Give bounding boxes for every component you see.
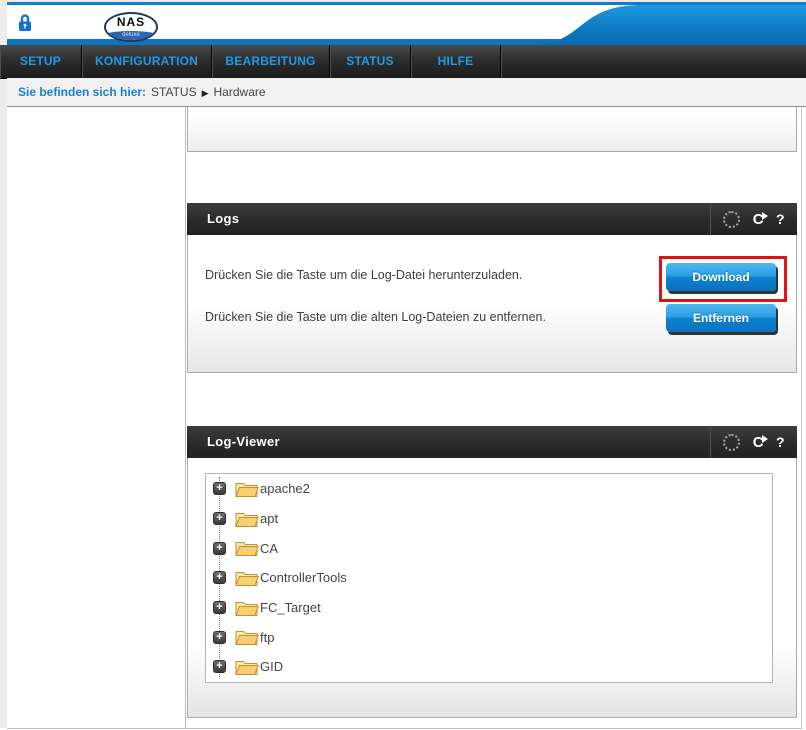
tree-item-apache2[interactable]: + apache2 xyxy=(206,474,772,504)
folder-label: apache2 xyxy=(260,481,310,496)
busy-spinner-icon xyxy=(723,211,740,228)
folder-label: CA xyxy=(260,541,278,556)
tree-item-ftp[interactable]: + ftp xyxy=(206,622,772,652)
tree-item-ca[interactable]: + CA xyxy=(206,533,772,563)
log-viewer-panel-body: + apache2 + apt + xyxy=(187,458,797,718)
remove-button[interactable]: Entfernen xyxy=(666,304,776,332)
folder-icon xyxy=(235,510,259,528)
folder-icon xyxy=(235,539,259,557)
expand-plus-icon[interactable]: + xyxy=(213,631,226,644)
folder-icon xyxy=(235,569,259,587)
help-icon[interactable]: ? xyxy=(776,434,785,450)
expand-plus-icon[interactable]: + xyxy=(213,571,226,584)
folder-icon xyxy=(235,599,259,617)
expand-plus-icon[interactable]: + xyxy=(213,512,226,525)
folder-label: FC_Target xyxy=(260,600,321,615)
header: NAS deluxe xyxy=(7,2,806,45)
content-area: Logs C ? Drücken Sie die Taste um die Lo… xyxy=(7,107,801,728)
folder-label: ftp xyxy=(260,630,274,645)
page-bottom-border xyxy=(7,728,802,729)
logs-panel-header-icons: C ? xyxy=(710,203,797,235)
nas-deluxe-logo: NAS deluxe xyxy=(104,12,158,42)
nav-item-hilfe[interactable]: HILFE xyxy=(411,45,501,78)
folder-icon xyxy=(235,628,259,646)
breadcrumb-separator-icon: ▶ xyxy=(202,88,209,98)
logs-panel: Logs C ? Drücken Sie die Taste um die Lo… xyxy=(187,203,797,373)
nav-filler xyxy=(501,45,806,78)
nav-item-konfiguration[interactable]: KONFIGURATION xyxy=(82,45,212,78)
log-viewer-panel: Log-Viewer C ? + apache2 + xyxy=(187,426,797,718)
logs-panel-title: Logs xyxy=(187,203,797,235)
log-viewer-panel-header-icons: C ? xyxy=(710,426,797,458)
refresh-icon[interactable]: C xyxy=(753,212,764,227)
breadcrumb-item-hardware: Hardware xyxy=(214,85,266,99)
header-swoosh-graphic xyxy=(506,2,806,45)
log-viewer-panel-header: Log-Viewer C ? xyxy=(187,426,797,458)
help-icon[interactable]: ? xyxy=(776,211,785,227)
log-folder-tree: + apache2 + apt + xyxy=(205,473,773,683)
lock-icon[interactable] xyxy=(18,13,32,33)
tree-item-fc-target[interactable]: + FC_Target xyxy=(206,593,772,623)
folder-label: ControllerTools xyxy=(260,570,347,585)
main-nav: SETUP KONFIGURATION BEARBEITUNG STATUS H… xyxy=(0,45,806,79)
sidebar-divider xyxy=(185,107,186,728)
logo-text: NAS xyxy=(106,16,156,28)
logs-panel-body: Drücken Sie die Taste um die Log-Datei h… xyxy=(187,235,797,373)
folder-icon xyxy=(235,658,259,676)
nav-item-setup[interactable]: SETUP xyxy=(0,45,82,78)
nav-item-bearbeitung[interactable]: BEARBEITUNG xyxy=(212,45,330,78)
tree-item-apt[interactable]: + apt xyxy=(206,504,772,534)
logo-subtext: deluxe xyxy=(104,32,158,38)
tree-item-gid[interactable]: + GID xyxy=(206,652,772,682)
breadcrumb: Sie befinden sich hier: STATUS ▶ Hardware xyxy=(7,78,806,107)
folder-label: apt xyxy=(260,511,278,526)
expand-plus-icon[interactable]: + xyxy=(213,482,226,495)
previous-panel-partial xyxy=(187,107,797,152)
expand-plus-icon[interactable]: + xyxy=(213,660,226,673)
breadcrumb-label: Sie befinden sich hier: xyxy=(18,85,146,99)
refresh-icon[interactable]: C xyxy=(753,435,764,450)
busy-spinner-icon xyxy=(723,434,740,451)
folder-icon xyxy=(235,480,259,498)
folder-label: GID xyxy=(260,659,283,674)
breadcrumb-item-status[interactable]: STATUS xyxy=(151,85,197,99)
log-viewer-panel-title: Log-Viewer xyxy=(187,426,797,458)
nav-item-status[interactable]: STATUS xyxy=(330,45,411,78)
page-right-border xyxy=(801,78,802,728)
download-instruction-text: Drücken Sie die Taste um die Log-Datei h… xyxy=(205,268,522,282)
logs-panel-header: Logs C ? xyxy=(187,203,797,235)
expand-plus-icon[interactable]: + xyxy=(213,601,226,614)
tree-item-controllertools[interactable]: + ControllerTools xyxy=(206,563,772,593)
download-button[interactable]: Download xyxy=(666,263,776,291)
expand-plus-icon[interactable]: + xyxy=(213,542,226,555)
remove-instruction-text: Drücken Sie die Taste um die alten Log-D… xyxy=(205,310,546,324)
